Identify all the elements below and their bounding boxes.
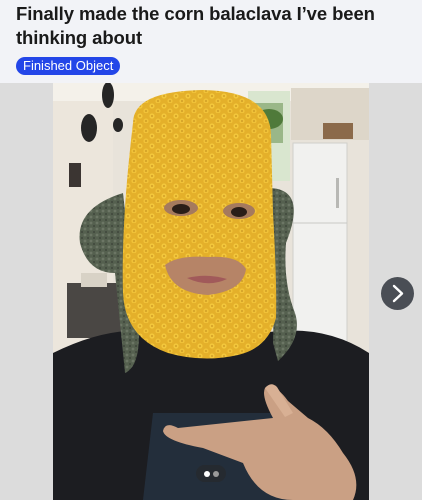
image-gallery[interactable] (0, 83, 422, 500)
pagination-dots (196, 465, 226, 482)
page-dot[interactable] (213, 471, 219, 477)
post-title[interactable]: Finally made the corn balaclava I’ve bee… (16, 2, 411, 50)
post-view: Finally made the corn balaclava I’ve bee… (0, 0, 422, 500)
page-dot-active[interactable] (204, 471, 210, 477)
chevron-right-icon (392, 284, 404, 303)
next-image-button[interactable] (381, 277, 414, 310)
category-badge[interactable]: Finished Object (16, 57, 121, 75)
post-photo[interactable] (53, 83, 369, 500)
post-header: Finally made the corn balaclava I’ve bee… (0, 0, 422, 83)
